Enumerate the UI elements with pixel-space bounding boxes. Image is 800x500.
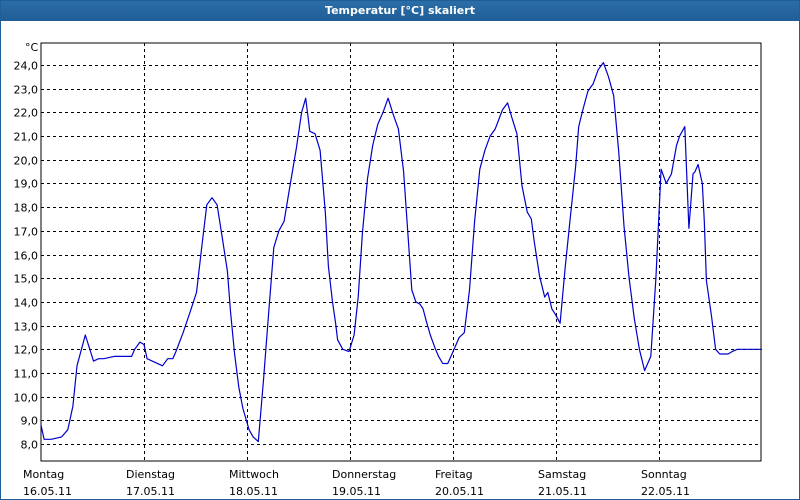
x-tick-weekday: Samstag — [538, 468, 586, 481]
x-tick-weekday: Donnerstag — [332, 468, 396, 481]
x-tick-weekday: Mittwoch — [229, 468, 279, 481]
y-tick-label: 24,0 — [14, 60, 39, 73]
x-tick-date: 22.05.11 — [641, 485, 690, 498]
y-tick-label: 8,0 — [21, 439, 39, 452]
x-tick-date: 16.05.11 — [23, 485, 72, 498]
y-tick-label: 10,0 — [14, 392, 39, 405]
y-tick-label: 12,0 — [14, 344, 39, 357]
plot-area — [40, 42, 762, 462]
x-tick-date: 20.05.11 — [435, 485, 484, 498]
x-tick-weekday: Freitag — [435, 468, 473, 481]
x-tick-date: 17.05.11 — [126, 485, 175, 498]
chart-window: Temperatur [°C] skaliert 8,0 9,0 10,0 11,0 1… — [0, 0, 800, 500]
x-tick-weekday: Montag — [23, 468, 64, 481]
y-tick-label: 16,0 — [14, 250, 39, 263]
x-tick-date: 19.05.11 — [332, 485, 381, 498]
y-tick-label: 9,0 — [21, 415, 39, 428]
y-tick-label: 23,0 — [14, 84, 39, 97]
x-tick-weekday: Dienstag — [126, 468, 175, 481]
y-axis-ticks: 8,0 9,0 10,0 11,0 12,0 13,0 14,0 15,0 16,0 17,0 18… — [14, 60, 39, 452]
y-tick-label: 15,0 — [14, 273, 39, 286]
y-tick-label: 19,0 — [14, 178, 39, 191]
y-axis-label: °C — [25, 41, 39, 54]
x-tick-weekday: Sonntag — [641, 468, 687, 481]
y-tick-label: 20,0 — [14, 155, 39, 168]
y-tick-label: 11,0 — [14, 368, 39, 381]
y-tick-label: 21,0 — [14, 131, 39, 144]
y-tick-label: 22,0 — [14, 107, 39, 120]
y-tick-label: 17,0 — [14, 226, 39, 239]
window-title: Temperatur [°C] skaliert — [1, 1, 799, 21]
x-tick-date: 18.05.11 — [229, 485, 278, 498]
plot-frame — [40, 42, 762, 462]
y-tick-label: 18,0 — [14, 202, 39, 215]
temperature-chart: 8,0 9,0 10,0 11,0 12,0 13,0 14,0 15,0 16,0 17,0 18… — [14, 41, 762, 498]
y-tick-label: 14,0 — [14, 297, 39, 310]
y-tick-label: 13,0 — [14, 321, 39, 334]
x-tick-date: 21.05.11 — [538, 485, 587, 498]
x-axis-ticks: Montag 16.05.11 Dienstag 17.05.11 Mittwoch 18… — [23, 468, 690, 498]
